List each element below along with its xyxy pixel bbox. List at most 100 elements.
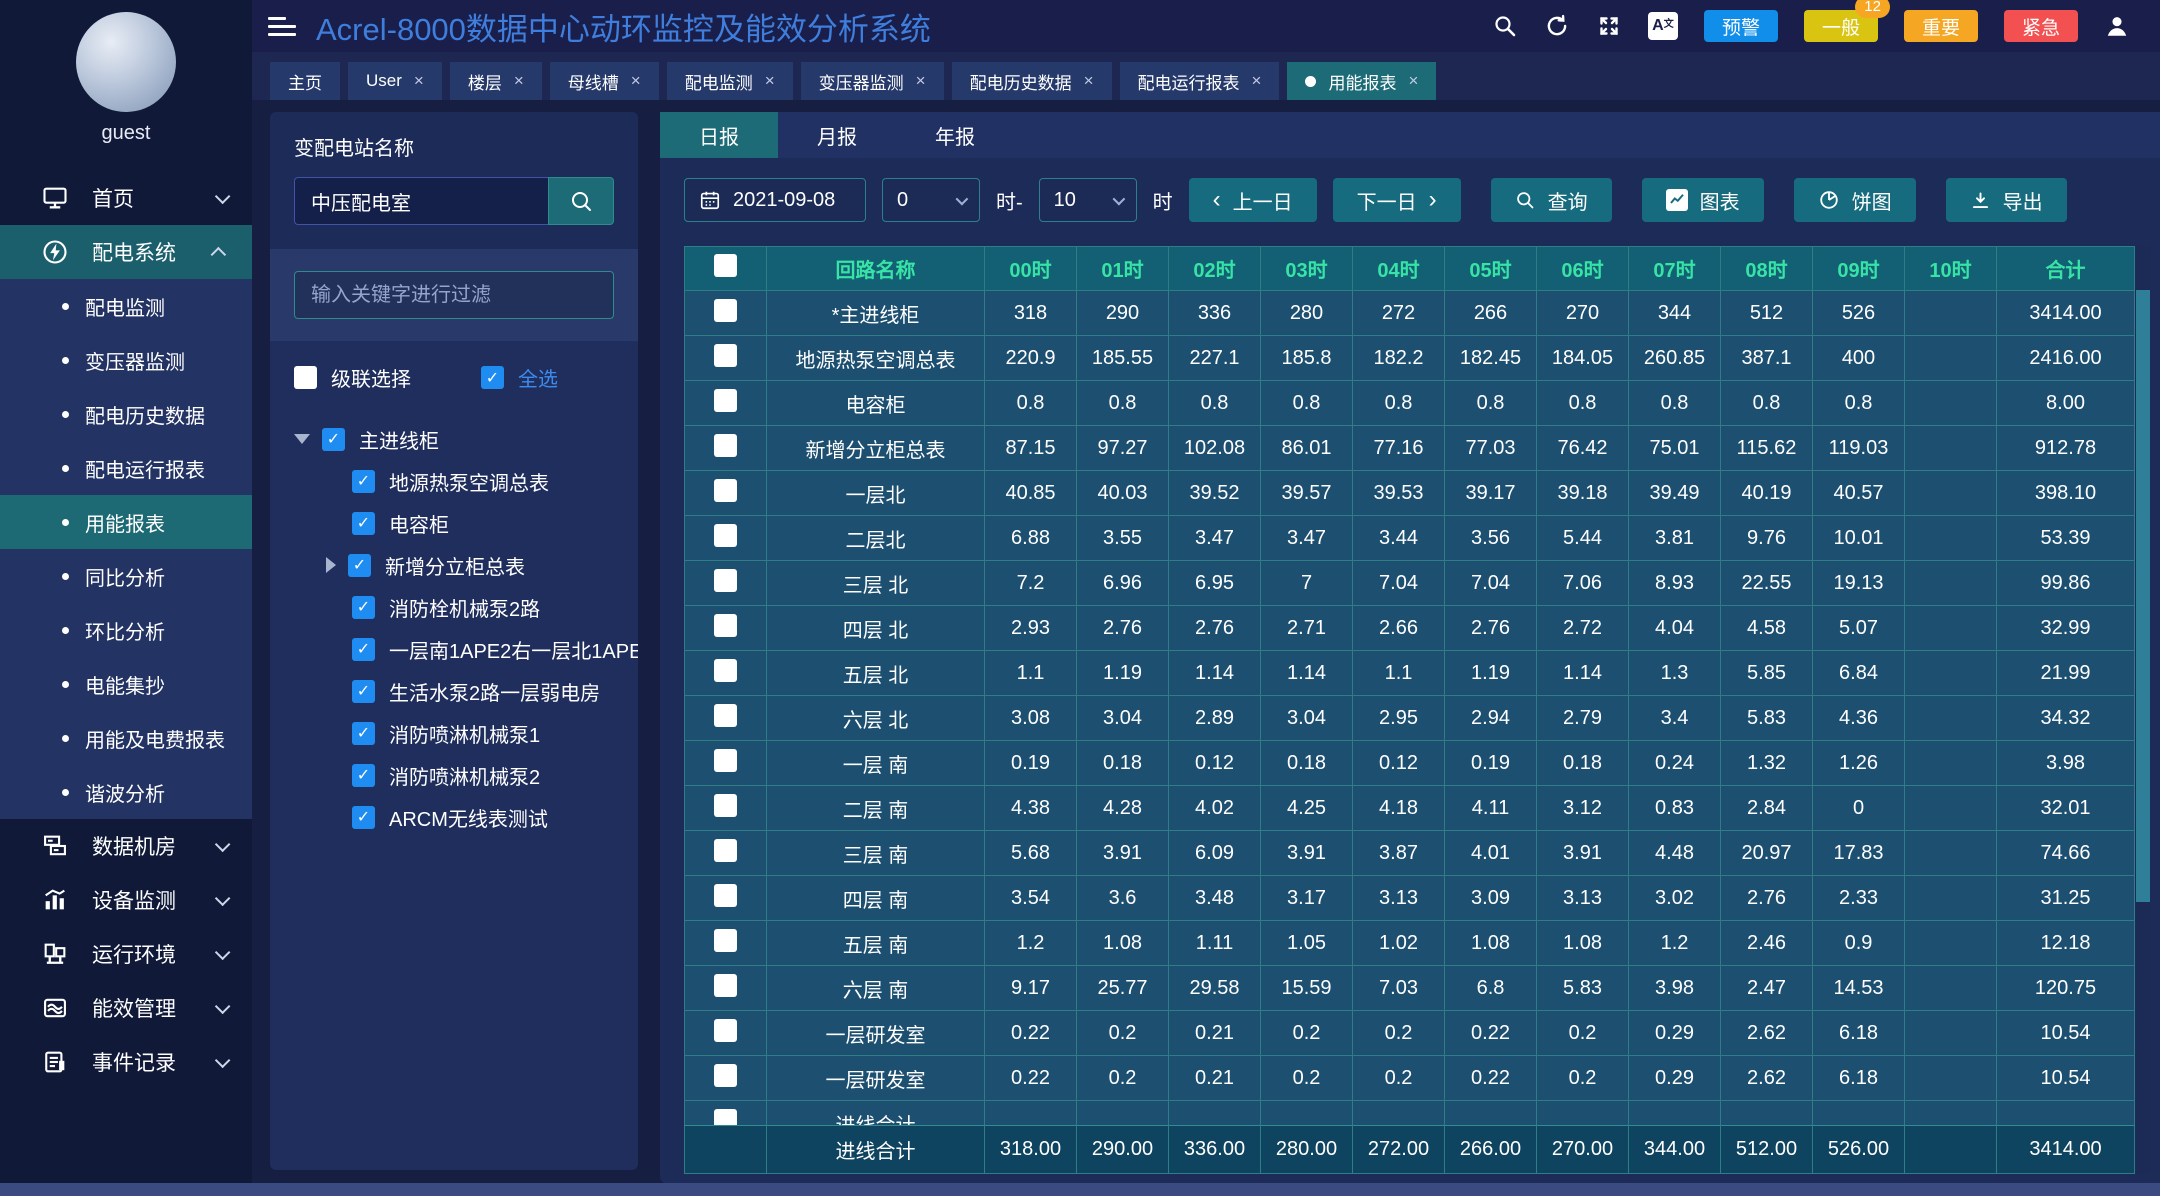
sidebar-item-首页[interactable]: 首页 xyxy=(0,171,252,225)
tree-checkbox[interactable]: ✓ xyxy=(352,764,375,787)
hour-to-select[interactable]: 10 xyxy=(1039,178,1137,222)
scrollbar-thumb[interactable] xyxy=(2136,290,2150,902)
report-tab-日报[interactable]: 日报 xyxy=(660,112,778,158)
tree-checkbox[interactable]: ✓ xyxy=(352,806,375,829)
row-checkbox[interactable] xyxy=(714,839,737,862)
tree-checkbox[interactable]: ✓ xyxy=(352,512,375,535)
row-checkbox[interactable] xyxy=(714,344,737,367)
pie-button[interactable]: 饼图 xyxy=(1794,178,1916,222)
export-button[interactable]: 导出 xyxy=(1946,178,2067,222)
sidebar-item-谐波分析[interactable]: 谐波分析 xyxy=(0,765,252,819)
sidebar-item-配电历史数据[interactable]: 配电历史数据 xyxy=(0,387,252,441)
tree-node-电容柜[interactable]: ✓电容柜 xyxy=(352,502,626,544)
row-checkbox[interactable] xyxy=(714,434,737,457)
station-input[interactable] xyxy=(294,177,548,225)
alarm-button-2[interactable]: 一般12 xyxy=(1804,10,1878,42)
row-checkbox[interactable] xyxy=(714,749,737,772)
row-checkbox[interactable] xyxy=(714,389,737,412)
report-tab-月报[interactable]: 月报 xyxy=(778,112,896,158)
station-search-button[interactable] xyxy=(548,177,614,225)
row-checkbox[interactable] xyxy=(714,704,737,727)
sidebar-item-配电系统[interactable]: 配电系统 xyxy=(0,225,252,279)
row-checkbox[interactable] xyxy=(714,569,737,592)
row-checkbox[interactable] xyxy=(714,659,737,682)
close-icon[interactable]: × xyxy=(765,71,775,91)
user-icon[interactable] xyxy=(2104,13,2130,39)
alarm-button-1[interactable]: 预警 xyxy=(1704,10,1778,42)
tree-checkbox[interactable]: ✓ xyxy=(348,554,371,577)
tab-楼层[interactable]: 楼层× xyxy=(450,62,542,100)
tree-checkbox[interactable]: ✓ xyxy=(352,596,375,619)
sidebar-item-能效管理[interactable]: 能效管理 xyxy=(0,981,252,1035)
close-icon[interactable]: × xyxy=(631,71,641,91)
close-icon[interactable]: × xyxy=(1084,71,1094,91)
sidebar-item-数据机房[interactable]: 数据机房 xyxy=(0,819,252,873)
tree-checkbox[interactable]: ✓ xyxy=(352,722,375,745)
select-all-rows-checkbox[interactable] xyxy=(714,254,737,277)
query-button[interactable]: 查询 xyxy=(1491,178,1612,222)
sidebar-item-配电监测[interactable]: 配电监测 xyxy=(0,279,252,333)
tree-node-一层南1APE2右一层北1APE1左[interactable]: ✓一层南1APE2右一层北1APE1左 xyxy=(352,628,626,670)
tree-node-消防喷淋机械泵1[interactable]: ✓消防喷淋机械泵1 xyxy=(352,712,626,754)
chart-button[interactable]: 图表 xyxy=(1642,178,1764,222)
tab-配电运行报表[interactable]: 配电运行报表× xyxy=(1120,62,1280,100)
row-checkbox[interactable] xyxy=(714,479,737,502)
horizontal-scrollbar[interactable] xyxy=(0,1183,2160,1196)
close-icon[interactable]: × xyxy=(414,71,424,91)
tab-User[interactable]: User× xyxy=(348,62,442,100)
sidebar-item-环比分析[interactable]: 环比分析 xyxy=(0,603,252,657)
sidebar-item-用能报表[interactable]: 用能报表 xyxy=(0,495,252,549)
tree-node-消防喷淋机械泵2[interactable]: ✓消防喷淋机械泵2 xyxy=(352,754,626,796)
tab-主页[interactable]: 主页 xyxy=(270,62,340,100)
prev-day-button[interactable]: ‹上一日 xyxy=(1189,178,1317,222)
tree-checkbox[interactable]: ✓ xyxy=(352,470,375,493)
report-tab-年报[interactable]: 年报 xyxy=(896,112,1014,158)
sidebar-item-同比分析[interactable]: 同比分析 xyxy=(0,549,252,603)
sidebar-item-运行环境[interactable]: 运行环境 xyxy=(0,927,252,981)
tree-checkbox[interactable]: ✓ xyxy=(352,638,375,661)
fullscreen-icon[interactable] xyxy=(1596,13,1622,39)
close-icon[interactable]: × xyxy=(1408,71,1418,91)
row-checkbox[interactable] xyxy=(714,1064,737,1087)
tree-node-ARCM无线表测试[interactable]: ✓ARCM无线表测试 xyxy=(352,796,626,838)
tree-checkbox[interactable]: ✓ xyxy=(352,680,375,703)
tree-expand-icon[interactable] xyxy=(326,557,336,573)
tab-母线槽[interactable]: 母线槽× xyxy=(550,62,659,100)
row-checkbox[interactable] xyxy=(714,929,737,952)
tree-node-消防栓机械泵2路[interactable]: ✓消防栓机械泵2路 xyxy=(352,586,626,628)
tab-变压器监测[interactable]: 变压器监测× xyxy=(801,62,944,100)
cascade-checkbox[interactable] xyxy=(294,366,317,389)
row-checkbox[interactable] xyxy=(714,299,737,322)
tab-用能报表[interactable]: 用能报表× xyxy=(1287,62,1436,100)
close-icon[interactable]: × xyxy=(514,71,524,91)
sidebar-item-电能集抄[interactable]: 电能集抄 xyxy=(0,657,252,711)
close-icon[interactable]: × xyxy=(1252,71,1262,91)
vertical-scrollbar[interactable] xyxy=(2136,246,2150,1174)
search-icon[interactable] xyxy=(1492,13,1518,39)
row-checkbox[interactable] xyxy=(714,1019,737,1042)
alarm-button-4[interactable]: 紧急 xyxy=(2004,10,2078,42)
alarm-button-3[interactable]: 重要 xyxy=(1904,10,1978,42)
translate-icon[interactable]: A文 xyxy=(1648,12,1678,40)
hamburger-menu-icon[interactable] xyxy=(268,17,296,36)
row-checkbox[interactable] xyxy=(714,974,737,997)
tree-node-新增分立柜总表[interactable]: ✓新增分立柜总表 xyxy=(326,544,626,586)
sidebar-item-变压器监测[interactable]: 变压器监测 xyxy=(0,333,252,387)
sidebar-item-配电运行报表[interactable]: 配电运行报表 xyxy=(0,441,252,495)
row-checkbox[interactable] xyxy=(714,524,737,547)
date-picker[interactable]: 2021-09-08 xyxy=(684,178,866,222)
close-icon[interactable]: × xyxy=(916,71,926,91)
tree-node-生活水泵2路一层弱电房[interactable]: ✓生活水泵2路一层弱电房 xyxy=(352,670,626,712)
tree-checkbox[interactable]: ✓ xyxy=(322,428,345,451)
tree-node-主进线柜[interactable]: ✓主进线柜 xyxy=(294,418,626,460)
hour-from-select[interactable]: 0 xyxy=(882,178,980,222)
row-checkbox[interactable] xyxy=(714,794,737,817)
tree-node-地源热泵空调总表[interactable]: ✓地源热泵空调总表 xyxy=(352,460,626,502)
tab-配电监测[interactable]: 配电监测× xyxy=(667,62,793,100)
tree-filter-input[interactable] xyxy=(294,271,614,319)
avatar[interactable] xyxy=(76,12,176,112)
next-day-button[interactable]: 下一日› xyxy=(1333,178,1461,222)
sidebar-item-用能及电费报表[interactable]: 用能及电费报表 xyxy=(0,711,252,765)
select-all-checkbox[interactable]: ✓ xyxy=(481,366,504,389)
row-checkbox[interactable] xyxy=(714,614,737,637)
